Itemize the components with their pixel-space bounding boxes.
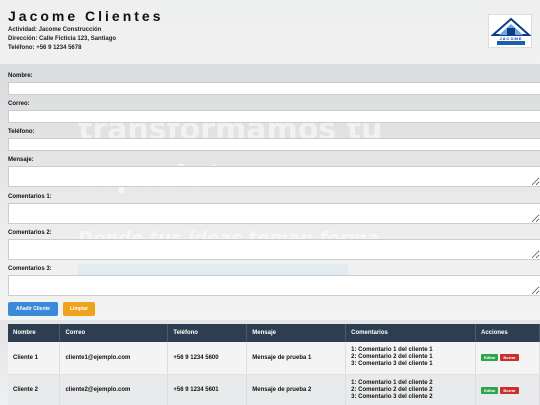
correo-label: Correo: xyxy=(8,101,30,107)
nombre-label: Nombre: xyxy=(8,73,33,79)
edit-button[interactable]: Editar xyxy=(481,354,499,362)
cell-comentarios: 1: Comentario 1 del cliente 1 2: Comenta… xyxy=(345,342,477,375)
cell-telefono: +56 9 1234 5601 xyxy=(167,374,248,405)
page-header: Jacome Clientes Actividad: Jacome Constr… xyxy=(0,0,540,64)
comentarios2-textarea[interactable] xyxy=(8,239,540,260)
add-client-button[interactable]: Añadir Cliente xyxy=(8,302,58,316)
cell-nombre: Cliente 2 xyxy=(8,374,61,405)
cell-mensaje: Mensaje de prueba 2 xyxy=(246,374,347,405)
table-header-row: Nombre Correo Teléfono Mensaje Comentari… xyxy=(8,324,540,342)
cell-telefono: +56 9 1234 5600 xyxy=(167,342,248,375)
cell-correo: cliente2@ejemplo.com xyxy=(59,374,169,405)
cell-acciones: Editar Borrar xyxy=(475,374,540,405)
comentarios3-label: Comentarios 3: xyxy=(8,266,52,272)
table-row: Cliente 1 cliente1@ejemplo.com +56 9 123… xyxy=(8,342,540,375)
comment-line: 3: Comentario 3 del cliente 2 xyxy=(351,393,433,400)
delete-button[interactable]: Borrar xyxy=(500,386,519,394)
mensaje-textarea[interactable] xyxy=(8,166,540,187)
comment-line: 1: Comentario 1 del cliente 2 xyxy=(351,379,433,386)
column-header: Acciones xyxy=(475,324,540,342)
company-logo: JACOME xyxy=(488,14,532,48)
cell-acciones: Editar Borrar xyxy=(475,342,540,375)
comentarios1-label: Comentarios 1: xyxy=(8,194,52,200)
telefono-input[interactable] xyxy=(8,138,540,151)
column-header: Teléfono xyxy=(167,324,248,342)
telefono-label: Teléfono: xyxy=(8,129,35,135)
comment-line: 3: Comentario 3 del cliente 1 xyxy=(351,361,433,368)
cell-nombre: Cliente 1 xyxy=(8,342,61,375)
comment-line: 2: Comentario 2 del cliente 1 xyxy=(351,354,433,361)
comment-line: 2: Comentario 2 del cliente 2 xyxy=(351,386,433,393)
delete-button[interactable]: Borrar xyxy=(500,354,519,362)
nombre-input[interactable] xyxy=(8,82,540,95)
column-header: Correo xyxy=(59,324,169,342)
edit-button[interactable]: Editar xyxy=(481,386,499,394)
logo-underline xyxy=(497,41,525,45)
comentarios1-textarea[interactable] xyxy=(8,203,540,224)
correo-input[interactable] xyxy=(8,110,540,123)
column-header: Comentarios xyxy=(345,324,477,342)
comentarios3-textarea[interactable] xyxy=(8,275,540,296)
column-header: Mensaje xyxy=(246,324,347,342)
page-title: Jacome Clientes xyxy=(8,8,164,24)
comentarios2-label: Comentarios 2: xyxy=(8,230,52,236)
comment-line: 1: Comentario 1 del cliente 1 xyxy=(351,347,433,354)
company-phone: Teléfono: +56 9 1234 5678 xyxy=(8,45,82,51)
cell-correo: cliente1@ejemplo.com xyxy=(59,342,169,375)
company-address: Dirección: Calle Ficticia 123, Santiago xyxy=(8,36,117,42)
table-row: Cliente 2 cliente2@ejemplo.com +56 9 123… xyxy=(8,374,540,405)
column-header: Nombre xyxy=(8,324,61,342)
clear-button[interactable]: Limpiar xyxy=(63,302,95,316)
mensaje-label: Mensaje: xyxy=(8,157,34,163)
cell-comentarios: 1: Comentario 1 del cliente 2 2: Comenta… xyxy=(345,374,477,405)
cell-mensaje: Mensaje de prueba 1 xyxy=(246,342,347,375)
clients-table: Nombre Correo Teléfono Mensaje Comentari… xyxy=(8,324,540,405)
company-activity: Actividad: Jacome Construcción xyxy=(8,27,102,33)
